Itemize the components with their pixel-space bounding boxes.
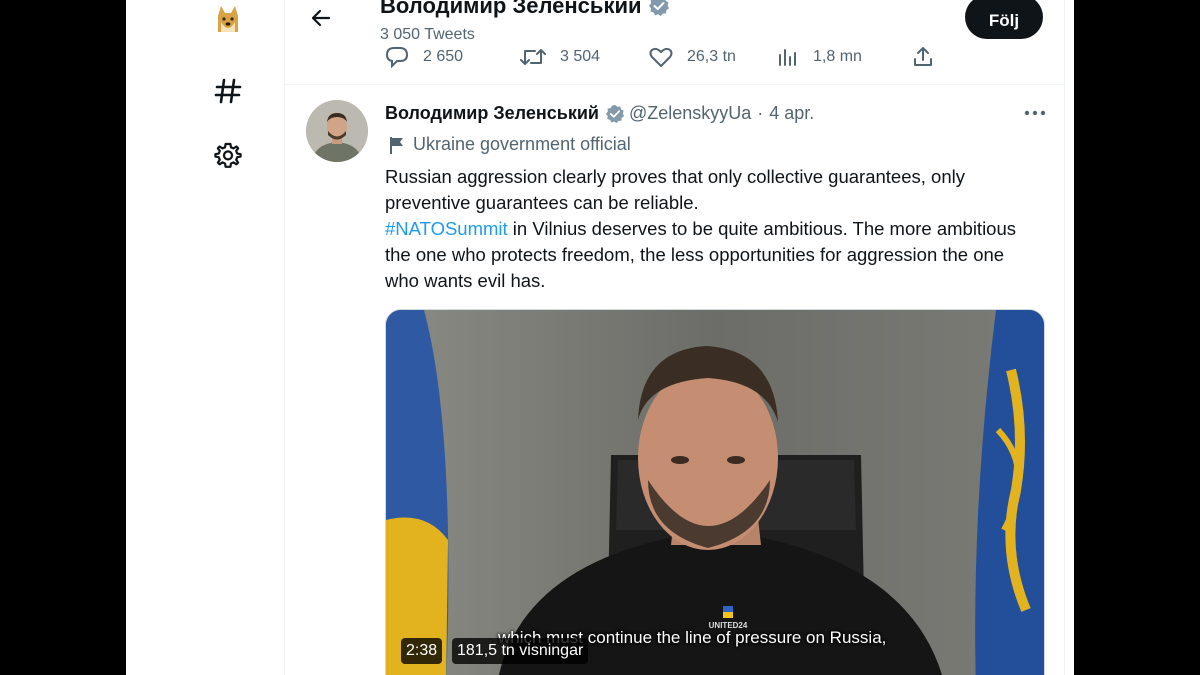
video-views: 181,5 tn visningar	[452, 638, 589, 664]
share-stat[interactable]	[912, 46, 948, 68]
video-frame: UNITED24	[386, 310, 1044, 675]
retweet-stat[interactable]: 3 504	[520, 46, 649, 68]
doge-logo-icon[interactable]	[214, 2, 242, 36]
retweet-count: 3 504	[560, 48, 601, 65]
hashtag-link[interactable]: #NATOSummit	[385, 218, 508, 239]
tweet-text: Russian aggression clearly proves that o…	[385, 164, 1035, 294]
share-icon	[914, 47, 932, 66]
tweet-count: 3 050 Tweets	[380, 26, 475, 43]
engagement-bar: 2 650 3 504 26,3 tn 1,8 mn	[385, 44, 948, 70]
verified-badge-icon	[605, 104, 625, 124]
reply-count: 2 650	[423, 48, 464, 65]
tweet-author[interactable]: Володимир Зеленський	[385, 103, 599, 124]
more-options-button[interactable]	[1020, 100, 1050, 126]
follow-button[interactable]: Följ	[965, 0, 1043, 39]
heart-icon	[649, 47, 673, 67]
views-stat[interactable]: 1,8 mn	[777, 46, 912, 68]
tweet-text-paragraph-2: #NATOSummit in Vilnius deserves to be qu…	[385, 216, 1035, 294]
more-dots-icon	[1024, 110, 1046, 116]
avatar[interactable]	[306, 100, 368, 162]
government-label[interactable]: Ukraine government official	[389, 134, 631, 155]
flag-icon	[390, 136, 403, 154]
timeline-column: Володимир Зеленський 3 050 Tweets Följ 2…	[284, 0, 1065, 675]
back-button[interactable]	[303, 2, 339, 34]
profile-header-name: Володимир Зеленський	[380, 0, 670, 19]
settings-gear-icon[interactable]	[212, 140, 244, 172]
retweet-icon	[520, 49, 546, 65]
views-chart-icon	[779, 49, 796, 66]
tweet-text-paragraph-1: Russian aggression clearly proves that o…	[385, 166, 965, 213]
tweet-handle[interactable]: @ZelenskyyUa	[629, 103, 751, 124]
arrow-left-icon	[311, 9, 331, 27]
verified-badge-icon	[648, 0, 669, 16]
tweet-divider	[285, 84, 1064, 85]
app-window: Володимир Зеленський 3 050 Tweets Följ 2…	[126, 0, 1074, 675]
separator-dot: ·	[757, 103, 764, 123]
reply-stat[interactable]: 2 650	[385, 46, 520, 68]
video-duration: 2:38	[401, 638, 443, 664]
profile-name: Володимир Зеленський	[380, 0, 642, 18]
tweet-header: Володимир Зеленський @ZelenskyyUa · 4 ap…	[385, 103, 814, 124]
like-count: 26,3 tn	[687, 48, 736, 65]
label-text: Ukraine government official	[413, 134, 631, 154]
reply-icon	[385, 47, 409, 68]
hashtag-icon[interactable]	[212, 75, 244, 107]
tweet-date[interactable]: 4 apr.	[769, 103, 814, 124]
video-player[interactable]: UNITED24 which must continue the line of…	[385, 309, 1045, 675]
like-stat[interactable]: 26,3 tn	[649, 46, 777, 68]
views-count: 1,8 mn	[813, 48, 862, 65]
